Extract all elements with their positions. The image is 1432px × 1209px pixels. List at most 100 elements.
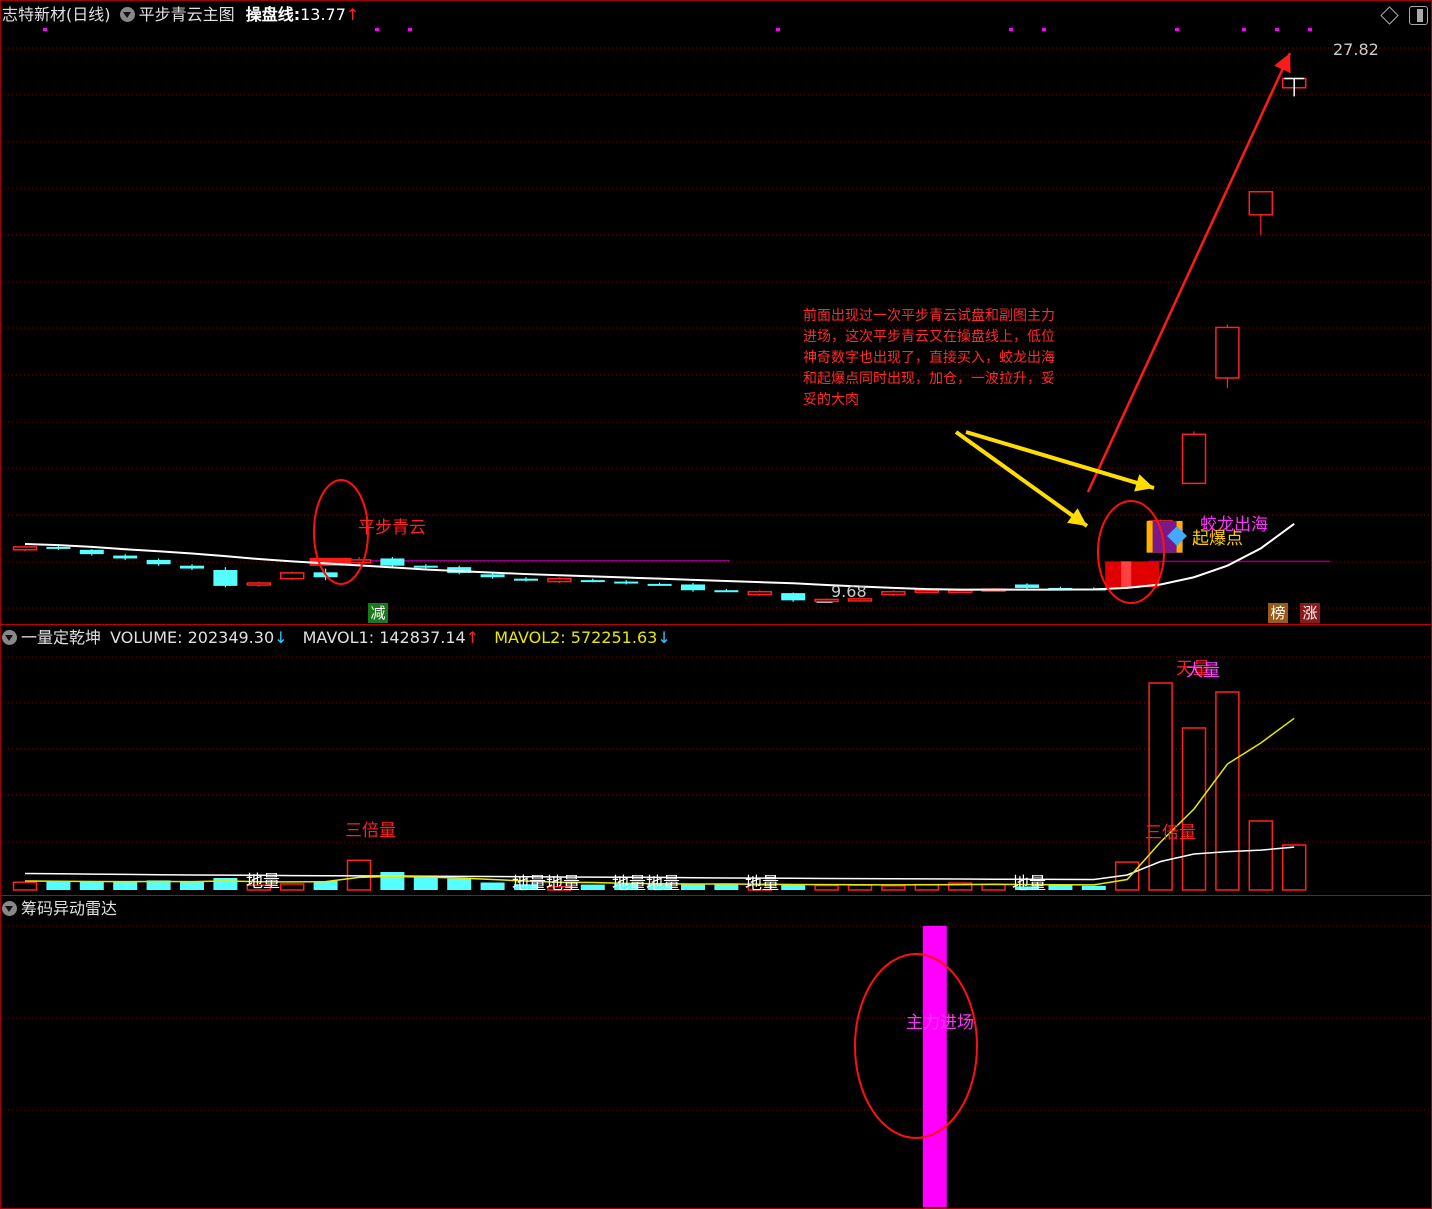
line-label: 操盘线:: [245, 5, 301, 24]
candle-body: [279, 572, 305, 580]
volume-label: VOLUME:: [110, 628, 183, 647]
candle-body: [514, 578, 538, 581]
radar-header: 筹码异动雷达: [2, 898, 117, 920]
volume-bar: [413, 876, 438, 890]
jiaolong-signal-highlight: [1121, 561, 1132, 588]
candle-body: [180, 565, 204, 569]
volume-menu-icon[interactable]: [2, 630, 17, 645]
volume-bar: [1048, 884, 1073, 890]
volume-bar: [981, 883, 1006, 891]
top-marker: [43, 28, 47, 31]
mavol2-direction-icon: ↓: [657, 628, 671, 647]
volume-bar: [380, 872, 405, 890]
volume-bar: [1281, 844, 1307, 891]
diliang-label: 地量: [745, 874, 779, 894]
sanbeiliang-label-1: 三倍量: [345, 821, 396, 841]
candle-body: [1015, 584, 1039, 588]
volume-bar: [847, 884, 873, 891]
candle-body: [580, 580, 605, 583]
indicator-menu-icon[interactable]: [119, 7, 135, 22]
candle-body: [747, 590, 773, 596]
volume-bar: [213, 878, 238, 890]
zhuli-jinchang-bar: [922, 926, 947, 1207]
rally-arrow: [1086, 52, 1292, 493]
volume-value: 202349.30: [187, 628, 275, 647]
candle-body: [1248, 190, 1274, 216]
volume-bar: [180, 881, 204, 890]
volume-bar: [46, 881, 71, 890]
candle-body: [781, 593, 806, 601]
candle-body: [480, 574, 505, 578]
chart-frame: [0, 0, 1432, 1209]
window-toggle-icon[interactable]: [1409, 6, 1428, 25]
qibao-dian-label: 起爆点: [1192, 529, 1243, 549]
zhang-badge: 涨: [1300, 603, 1320, 623]
volume-bar: [781, 884, 806, 890]
mavol1-label: MAVOL1:: [302, 628, 375, 647]
volume-bar: [881, 885, 906, 891]
candle-body: [146, 559, 171, 565]
candle-body: [914, 589, 940, 593]
indicator-name[interactable]: 平步青云主图: [139, 5, 235, 24]
candle-body: [246, 582, 272, 586]
volume-direction-icon: ↓: [274, 628, 288, 647]
buy-arrow-head: [1067, 508, 1087, 526]
line-value: 13.77: [300, 5, 346, 24]
volume-bar: [480, 882, 505, 890]
top-marker: [1275, 28, 1279, 31]
candle-body: [380, 558, 405, 566]
volume-bar: [814, 884, 839, 891]
diliang-label: 地量: [646, 874, 680, 894]
candle-body: [12, 546, 38, 551]
top-marker: [1042, 28, 1046, 31]
zhuli-jinchang-label: 主力进场: [906, 1013, 974, 1033]
volume-indicator-name[interactable]: 一量定乾坤: [21, 628, 101, 647]
top-marker: [1009, 28, 1013, 31]
top-marker: [1175, 28, 1179, 31]
candle-body: [113, 555, 138, 559]
jian-badge: 减: [368, 603, 388, 623]
candle-body: [647, 583, 672, 586]
candle-body: [614, 581, 639, 584]
candle-body: [714, 590, 739, 593]
daliang-label: 大量: [1186, 661, 1220, 681]
mavol2-label: MAVOL2:: [494, 628, 566, 647]
candle-body: [46, 546, 71, 549]
candle-body: [547, 577, 572, 583]
jiaolong-signal-bar: [1105, 561, 1160, 588]
main-header: 志特新材(日线) 平步青云主图 操盘线:13.77↑: [2, 4, 359, 26]
candle-body: [213, 570, 238, 586]
volume-bar: [279, 883, 305, 891]
diliang-label: 地量: [1012, 874, 1046, 894]
volume-bar: [580, 884, 605, 890]
volume-bar: [447, 878, 472, 890]
top-marker: [375, 28, 379, 31]
pingbu-qingyun-label: 平步青云: [358, 518, 426, 538]
mavol1-direction-icon: ↑: [465, 628, 480, 647]
diliang-label: 地量: [246, 872, 280, 892]
volume-bar: [12, 881, 38, 891]
radar-menu-icon[interactable]: [2, 901, 17, 916]
buy-arrow: [954, 430, 1089, 528]
candle-body: [79, 549, 104, 555]
candle-body: [881, 590, 906, 596]
top-marker: [1242, 28, 1246, 31]
low-price-label: 9.68: [831, 582, 867, 601]
top-marker: [1308, 28, 1312, 31]
mavol1-value: 142837.14: [379, 628, 466, 647]
mavol2-value: 572251.63: [570, 628, 658, 647]
top-marker: [776, 28, 780, 31]
volume-bar: [79, 881, 104, 890]
candle-body: [413, 565, 438, 568]
volume-bar: [1248, 820, 1274, 891]
bang-badge: 榜: [1268, 603, 1288, 623]
volume-bar: [113, 881, 138, 890]
candle-body: [681, 584, 705, 591]
volume-bar: [681, 884, 705, 890]
radar-indicator-name[interactable]: 筹码异动雷达: [21, 899, 117, 918]
candle-body: [1215, 326, 1240, 379]
annotation-text: 前面出现过一次平步青云试盘和副图主力进场，这次平步青云又在操盘线上，低位神奇数字…: [803, 308, 1055, 408]
volume-header: 一量定乾坤 VOLUME: 202349.30↓ MAVOL1: 142837.…: [2, 627, 671, 649]
volume-bar: [1215, 691, 1240, 891]
diliang-label: 地量: [612, 874, 646, 894]
